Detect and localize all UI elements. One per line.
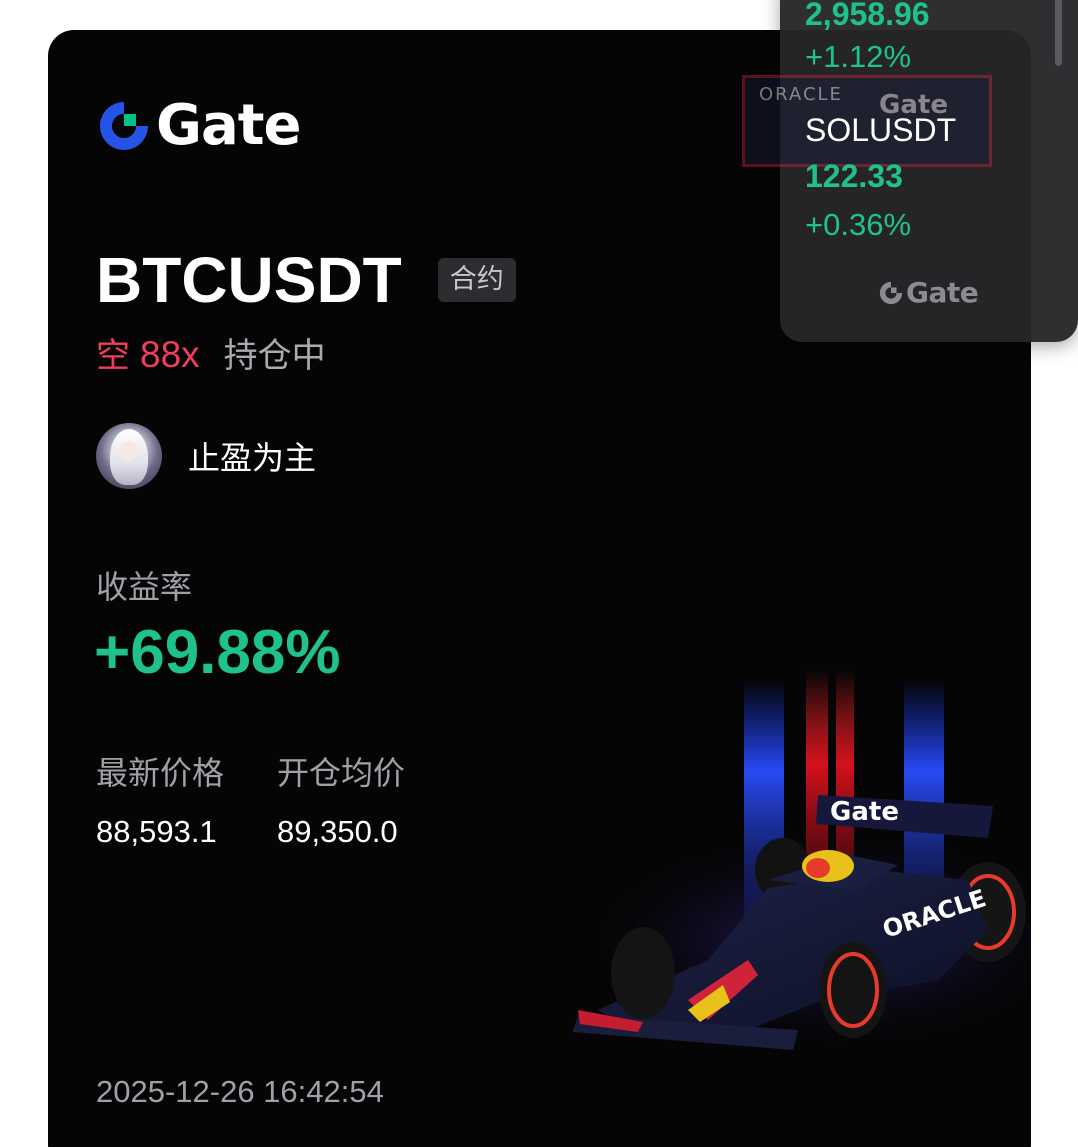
ticker-change: +0.36% (805, 207, 912, 242)
roi-label: 收益率 (96, 568, 193, 606)
open-price-block: 开仓均价 89,350.0 (277, 748, 405, 850)
position-side: 空 (96, 336, 130, 376)
gate-logo: Gate (96, 93, 302, 158)
avatar (96, 423, 162, 489)
gate-logo-icon (100, 102, 148, 150)
open-price-label: 开仓均价 (277, 754, 406, 792)
gate-logo-icon (879, 281, 903, 304)
share-timestamp: 2025-12-26 16:42:54 (96, 1074, 384, 1109)
user-row: 止盈为主 (96, 423, 316, 489)
symbol-row: BTCUSDT 合约 (96, 248, 516, 312)
gate-logo-text: Gate (156, 93, 302, 158)
user-name: 止盈为主 (188, 439, 317, 477)
contract-type-badge: 合约 (437, 258, 516, 302)
trading-pair: BTCUSDT (96, 244, 402, 316)
open-price-value: 89,350.0 (277, 814, 398, 849)
ticker-price: 2,958.96 (805, 0, 930, 32)
position-info: 空 88x 持仓中 (96, 328, 326, 377)
ticker-price: 122.33 (805, 158, 903, 194)
ticker-symbol[interactable]: SOLUSDT (805, 112, 956, 149)
last-price-value: 88,593.1 (96, 814, 217, 849)
race-car-image: Gate ORACLE (558, 670, 1031, 1050)
last-price-block: 最新价格 88,593.1 (96, 748, 224, 850)
panel-gate-logo-text: Gate (906, 276, 979, 309)
panel-gate-logo: Gate (878, 276, 979, 309)
ticker-overlay-panel[interactable]: 2,958.96 +1.12% ORACLE Gate SOLUSDT 122.… (742, 0, 1078, 342)
ticker-scrollbar[interactable] (1055, 0, 1062, 66)
page: Gate BTCUSDT 合约 空 88x 持仓中 止盈为主 收益率 +69.8… (0, 0, 1078, 1147)
position-status: 持仓中 (223, 336, 326, 376)
sponsor-text: ORACLE (759, 84, 843, 105)
ticker-change: +1.12% (805, 39, 912, 74)
leverage: 88x (140, 334, 200, 375)
last-price-label: 最新价格 (96, 754, 225, 792)
svg-text:Gate: Gate (830, 797, 899, 827)
roi-value: +69.88% (94, 618, 341, 687)
